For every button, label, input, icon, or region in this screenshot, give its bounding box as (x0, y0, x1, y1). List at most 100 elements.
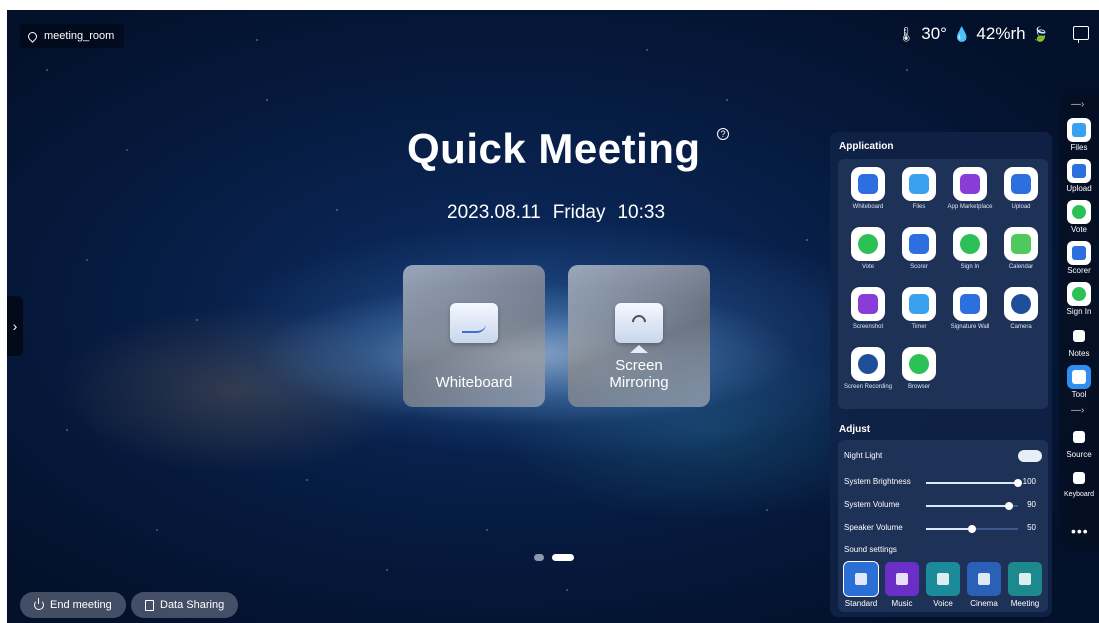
record-icon (851, 347, 885, 381)
sidebar-item-upload[interactable]: Upload (1059, 159, 1099, 193)
sound-settings-label: Sound settings (844, 545, 897, 554)
help-icon[interactable]: ? (717, 128, 729, 140)
chevron-right-icon: › (12, 318, 18, 334)
sidebar-item-keyboard[interactable]: Keyboard (1059, 466, 1099, 498)
volume-value: 90 (1027, 500, 1036, 509)
mode-label: Standard (844, 599, 878, 608)
mode-label: Meeting (1010, 599, 1040, 608)
compass-icon (902, 347, 936, 381)
mode-label: Music (891, 599, 913, 608)
brightness-knob[interactable] (1014, 479, 1022, 487)
app-label: Vote (861, 264, 874, 270)
clock-icon (902, 287, 936, 321)
speaker-slider[interactable] (926, 525, 1018, 533)
sidebar-item-source[interactable]: Source (1059, 425, 1099, 459)
sidebar-label: Scorer (1067, 266, 1091, 275)
night-light-label: Night Light (844, 451, 883, 460)
data-sharing-label: Data Sharing (160, 599, 225, 611)
page-dot-2[interactable] (552, 554, 574, 561)
whiteboard-icon (450, 303, 498, 343)
sidebar-item-scorer[interactable]: Scorer (1059, 241, 1099, 275)
source-icon (1067, 425, 1091, 449)
expand-arrow-icon[interactable]: —› (1071, 405, 1084, 416)
app-label: Timer (911, 324, 927, 330)
speaker-label: Speaker Volume (844, 523, 903, 532)
speaker-knob[interactable] (968, 525, 976, 533)
volume-knob[interactable] (1004, 502, 1013, 510)
app-upload[interactable]: Upload (995, 167, 1047, 211)
sidebar-item-files[interactable]: Files (1059, 118, 1099, 152)
shopping-bag-icon (953, 167, 987, 201)
mode-meeting[interactable]: Meeting (1008, 562, 1042, 608)
date-time: 2023.08.11 Friday 10:33 (447, 202, 665, 224)
upload-icon (1067, 159, 1091, 183)
app-label: Upload (1011, 204, 1031, 210)
app-browser[interactable]: Browser (893, 347, 945, 391)
adjust-title: Adjust (839, 424, 871, 435)
app-scorer[interactable]: Scorer (893, 227, 945, 271)
sidebar-item-vote[interactable]: Vote (1059, 200, 1099, 234)
app-vote[interactable]: Vote (842, 227, 894, 271)
app-marketplace[interactable]: App Marketplace (944, 167, 996, 211)
page-title: Quick Meeting (407, 125, 701, 172)
data-sharing-button[interactable]: Data Sharing (131, 592, 239, 618)
vote-check-icon (851, 227, 885, 261)
folder-icon (1067, 118, 1091, 142)
calendar-icon (1004, 227, 1038, 261)
microphone-icon (926, 562, 960, 596)
page-dot-1[interactable] (534, 554, 544, 561)
location-badge[interactable]: meeting_room (20, 24, 125, 48)
star-icon (1067, 241, 1091, 265)
night-light-toggle[interactable] (1018, 450, 1042, 462)
humidity-value: 42%rh (976, 24, 1026, 43)
weekday-value: Friday (552, 202, 606, 223)
humidity-drop-icon: 💧 (952, 25, 971, 42)
app-label: Screenshot (852, 324, 884, 330)
equalizer-icon (843, 561, 879, 597)
volume-slider[interactable] (926, 502, 1018, 510)
whiteboard-card[interactable]: Whiteboard (403, 265, 545, 407)
app-label: Scorer (910, 264, 928, 270)
app-signature-wall[interactable]: Signature Wall (944, 287, 996, 331)
film-reel-icon (967, 562, 1001, 596)
app-label: Calendar (1008, 264, 1034, 270)
more-options-icon[interactable]: ••• (1071, 523, 1089, 539)
screen-mirroring-card[interactable]: Screen Mirroring (568, 265, 710, 407)
speaker-fill (926, 528, 972, 530)
sidebar-item-notes[interactable]: Notes (1059, 324, 1099, 358)
sidebar-item-sign-in[interactable]: Sign In (1059, 282, 1099, 316)
app-calendar[interactable]: Calendar (995, 227, 1047, 271)
temperature-value: 30° (921, 24, 947, 43)
time-value: 10:33 (617, 202, 666, 223)
sidebar-label: Keyboard (1064, 491, 1094, 498)
app-screen-recording[interactable]: Screen Recording (842, 347, 894, 391)
app-timer[interactable]: Timer (893, 287, 945, 331)
vote-icon (1067, 200, 1091, 224)
screen-cast-icon[interactable] (1073, 26, 1089, 43)
mode-standard[interactable]: Standard (843, 561, 879, 608)
mode-label: Cinema (970, 599, 998, 608)
power-icon (34, 598, 44, 610)
left-expand-handle[interactable]: › (7, 296, 23, 356)
sidebar-label: Tool (1071, 390, 1087, 399)
end-meeting-button[interactable]: End meeting (20, 592, 126, 618)
mode-cinema[interactable]: Cinema (967, 562, 1001, 608)
screenshot-icon (851, 287, 885, 321)
brightness-slider[interactable] (926, 479, 1022, 487)
adjust-section: Night Light System Brightness 100 System… (838, 440, 1048, 612)
leaf-icon: 🍃 (1031, 25, 1049, 42)
date-value: 2023.08.11 (447, 202, 541, 223)
mode-music[interactable]: Music (885, 562, 919, 608)
camera-icon (1004, 287, 1038, 321)
application-grid: Whiteboard Files App Marketplace Upload … (838, 159, 1048, 409)
app-screenshot[interactable]: Screenshot (842, 287, 894, 331)
mode-voice[interactable]: Voice (926, 562, 960, 608)
notes-icon (1067, 324, 1091, 348)
whiteboard-card-label: Whiteboard (435, 374, 513, 391)
app-files[interactable]: Files (893, 167, 945, 211)
collapse-arrow-icon[interactable]: —› (1071, 99, 1084, 110)
sidebar-item-tool[interactable]: Tool (1059, 365, 1099, 399)
app-camera[interactable]: Camera (995, 287, 1047, 331)
app-whiteboard[interactable]: Whiteboard (842, 167, 894, 211)
app-sign-in[interactable]: Sign In (944, 227, 996, 271)
